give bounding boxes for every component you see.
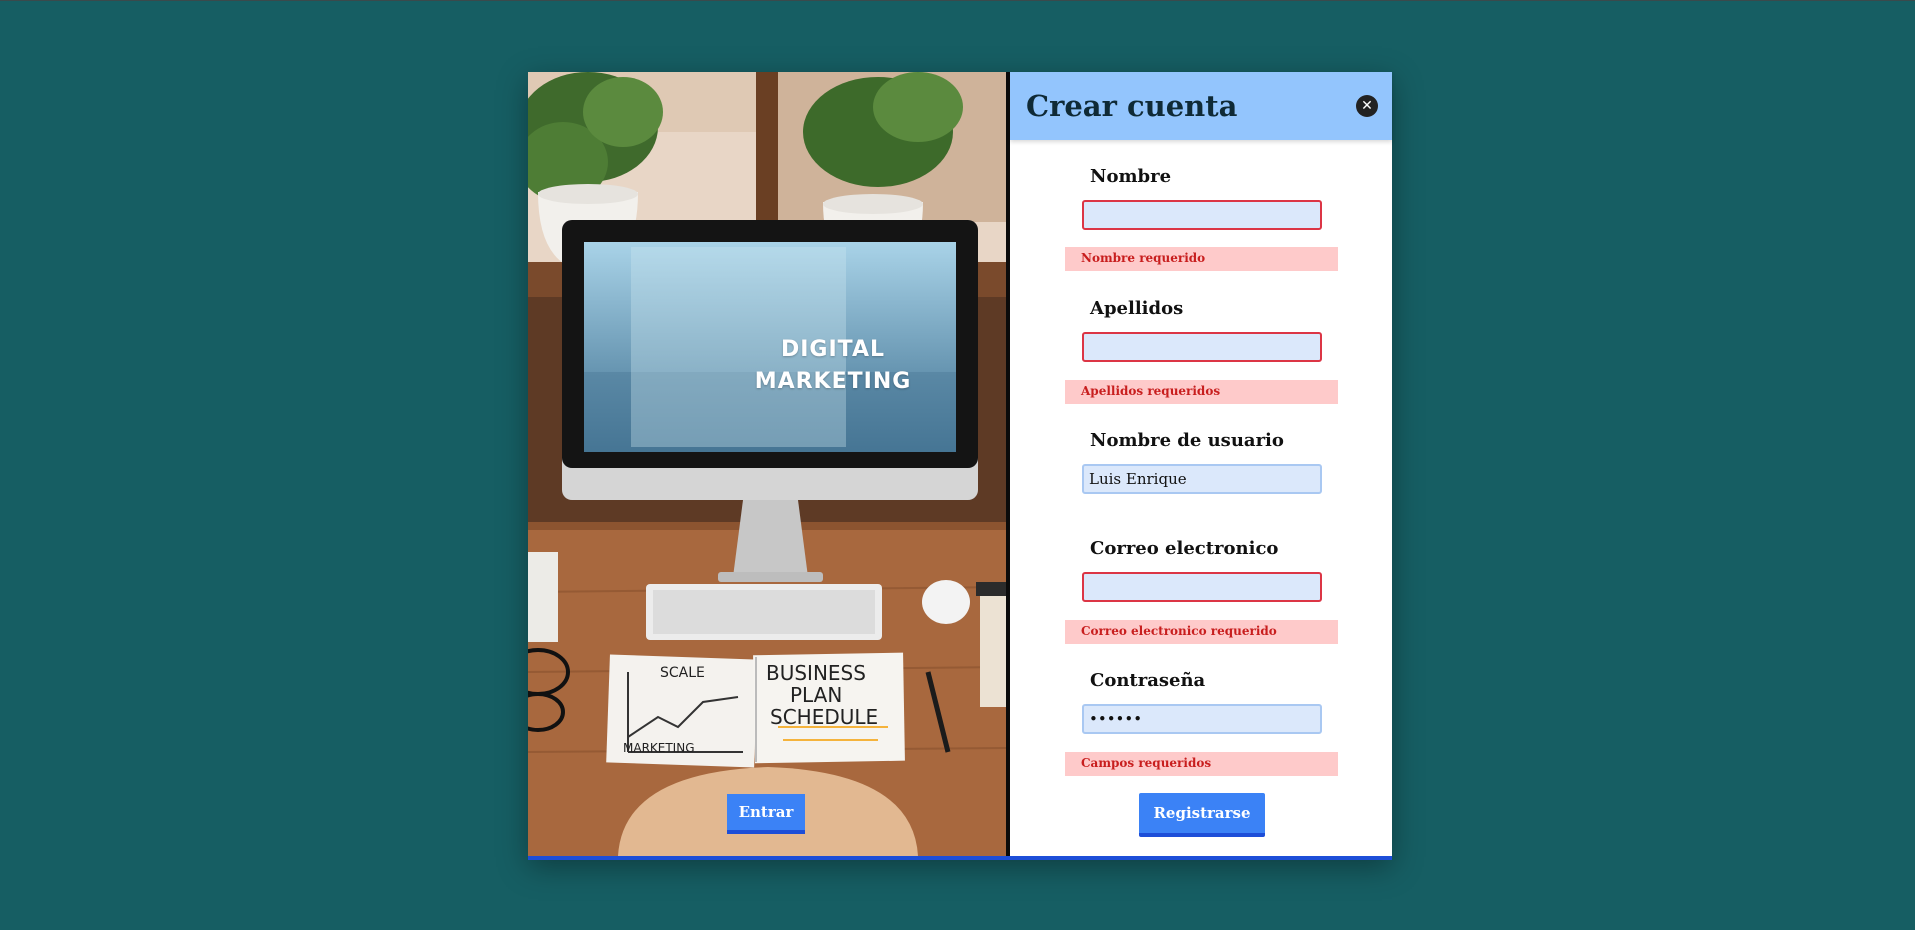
close-icon[interactable]: ✕ bbox=[1356, 95, 1378, 117]
desk-photo-panel: SCALE MARKETING BUSINESS PLAN SCHEDULE D… bbox=[528, 72, 1006, 856]
first-name-error: Nombre requerido bbox=[1065, 247, 1338, 271]
first-name-input[interactable] bbox=[1082, 200, 1322, 230]
first-name-label: Nombre bbox=[1090, 166, 1172, 187]
svg-text:SCHEDULE: SCHEDULE bbox=[770, 705, 878, 729]
form-title: Crear cuenta bbox=[1026, 89, 1238, 123]
username-label: Nombre de usuario bbox=[1090, 430, 1284, 451]
email-label: Correo electronico bbox=[1090, 538, 1279, 559]
monitor-screen-text: DIGITAL MARKETING bbox=[683, 334, 983, 398]
email-error: Correo electronico requerido bbox=[1065, 620, 1338, 644]
last-name-error: Apellidos requeridos bbox=[1065, 380, 1338, 404]
svg-text:PLAN: PLAN bbox=[790, 683, 842, 707]
monitor-text-line2: MARKETING bbox=[754, 369, 912, 394]
last-name-input[interactable] bbox=[1082, 332, 1322, 362]
register-form: Crear cuenta ✕ Nombre Nombre requerido A… bbox=[1010, 72, 1392, 856]
svg-text:MARKETING: MARKETING bbox=[623, 741, 695, 755]
svg-text:BUSINESS: BUSINESS bbox=[766, 661, 866, 685]
form-header: Crear cuenta ✕ bbox=[1010, 72, 1392, 140]
monitor-text-line1: DIGITAL bbox=[780, 337, 886, 362]
login-button[interactable]: Entrar bbox=[727, 794, 805, 834]
username-input[interactable] bbox=[1082, 464, 1322, 494]
top-border bbox=[0, 0, 1915, 1]
register-button[interactable]: Registrarse bbox=[1139, 793, 1265, 837]
password-error: Campos requeridos bbox=[1065, 752, 1338, 776]
password-input[interactable] bbox=[1082, 704, 1322, 734]
last-name-label: Apellidos bbox=[1090, 298, 1184, 319]
desk-photo: SCALE MARKETING BUSINESS PLAN SCHEDULE bbox=[528, 72, 1006, 856]
password-label: Contraseña bbox=[1090, 670, 1206, 691]
svg-text:SCALE: SCALE bbox=[660, 665, 705, 681]
modal-bottom-border bbox=[528, 856, 1392, 860]
register-modal: SCALE MARKETING BUSINESS PLAN SCHEDULE D… bbox=[528, 72, 1392, 859]
email-input[interactable] bbox=[1082, 572, 1322, 602]
